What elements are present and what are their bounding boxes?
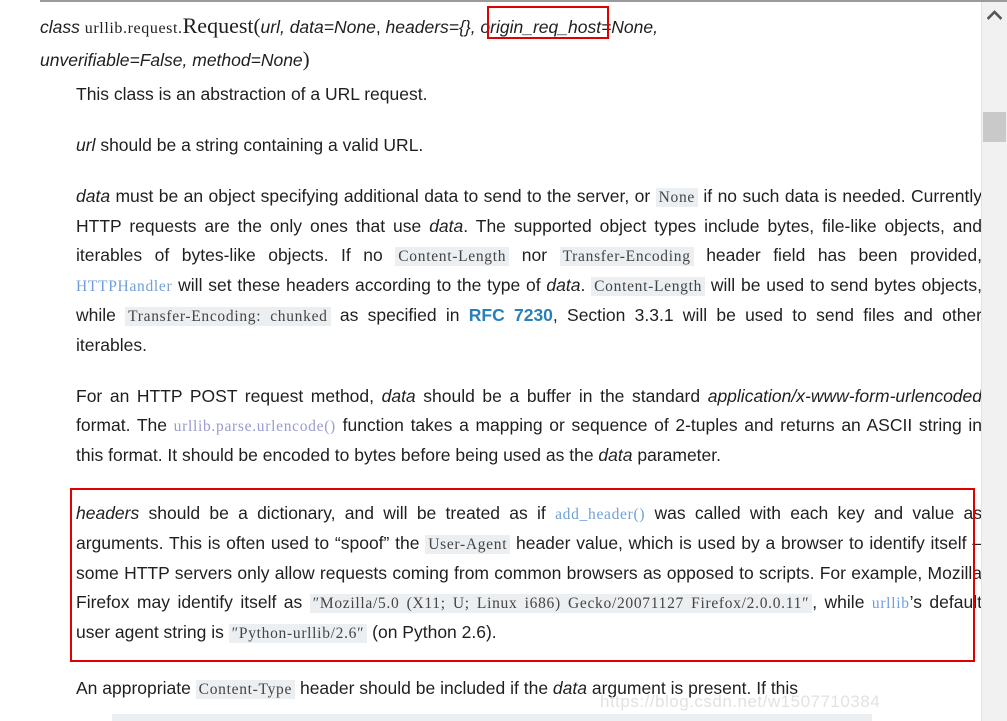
class-body: This class is an abstraction of a URL re…: [76, 80, 982, 704]
link-urllib[interactable]: urllib: [872, 595, 910, 612]
code-content-length: Content-Length: [395, 247, 510, 266]
signature-open-paren: (: [253, 14, 261, 38]
signature-headers-arg: headers={}: [385, 17, 471, 37]
scroll-up-button[interactable]: [982, 2, 1007, 28]
signature-class-name: Request: [182, 13, 254, 38]
data-text-7: .: [580, 275, 592, 295]
code-python-user-agent: ″Python-urllib/2.6″: [228, 624, 368, 643]
link-add-header[interactable]: add_header(): [555, 506, 645, 523]
left-margin: [0, 0, 40, 721]
data-text-6: will set these headers according to the …: [172, 275, 547, 295]
param-data-ct: data: [552, 678, 587, 698]
param-data: data: [76, 186, 111, 206]
next-code-block-preview: [112, 714, 872, 721]
ct-text-1: An appropriate: [76, 678, 196, 698]
signature-close-paren: ): [302, 47, 310, 71]
data-text-1: must be an object specifying additional …: [110, 186, 656, 206]
signature-module-path: urllib.request.: [84, 20, 183, 37]
link-httphandler[interactable]: HTTPHandler: [76, 278, 172, 295]
param-url: url: [76, 135, 96, 155]
code-user-agent: User-Agent: [425, 535, 511, 554]
param-data-3: data: [546, 275, 581, 295]
paragraph-intro: This class is an abstraction of a URL re…: [76, 84, 428, 104]
paragraph-url: url should be a string containing a vali…: [76, 131, 982, 160]
param-data-post-2: data: [598, 445, 633, 465]
paragraph-headers: headers should be a dictionary, and will…: [76, 499, 982, 648]
code-transfer-encoding-chunked: Transfer-Encoding: chunked: [125, 307, 331, 326]
code-mozilla-user-agent: ″Mozilla/5.0 (X11; U; Linux i686) Gecko/…: [309, 594, 813, 613]
paragraph-post: For an HTTP POST request method, data sh…: [76, 382, 982, 470]
param-headers: headers: [76, 503, 140, 523]
headers-text-1: should be a dictionary, and will be trea…: [139, 503, 556, 523]
post-text-1: For an HTTP POST request method,: [76, 386, 382, 406]
class-signature: class urllib.request.Request(url, data=N…: [40, 10, 982, 76]
post-text-2: should be a buffer in the standard: [415, 386, 708, 406]
code-transfer-encoding: Transfer-Encoding: [559, 247, 694, 266]
ct-text-3: argument is present. If this: [586, 678, 799, 698]
signature-comma: ,: [375, 17, 386, 37]
em-urlencoded-format: application/x-www-form-urlencoded: [707, 386, 982, 406]
code-none: None: [655, 188, 699, 207]
link-rfc-7230[interactable]: RFC 7230: [469, 305, 553, 325]
post-text-5: parameter.: [632, 445, 722, 465]
document-page: class urllib.request.Request(url, data=N…: [0, 0, 1007, 721]
param-data-2: data: [429, 216, 464, 236]
code-content-type: Content-Type: [195, 680, 296, 699]
headers-text-6: (on Python 2.6).: [367, 622, 497, 642]
code-content-length-2: Content-Length: [591, 277, 706, 296]
chevron-up-icon: [987, 10, 1002, 20]
paragraph-url-text: should be a string containing a valid UR…: [95, 135, 424, 155]
headers-text-4: , while: [812, 592, 872, 612]
paragraph-content-type: An appropriate Content-Type header shoul…: [76, 674, 982, 704]
vertical-scrollbar[interactable]: [981, 2, 1007, 721]
signature-args-before: url, data=None: [260, 17, 376, 37]
param-data-post: data: [381, 386, 416, 406]
post-text-3: format. The: [76, 415, 174, 435]
signature-args-after: , origin_req_host=None,: [470, 17, 658, 37]
paragraph-data: data must be an object specifying additi…: [76, 182, 982, 360]
ct-text-2: header should be included if the: [295, 678, 553, 698]
data-text-4: nor: [509, 245, 560, 265]
scrollbar-thumb[interactable]: [983, 112, 1006, 142]
document-content: class urllib.request.Request(url, data=N…: [40, 2, 982, 721]
data-text-9: as specified in: [330, 305, 469, 325]
link-urlencode[interactable]: urllib.parse.urlencode(): [174, 418, 336, 435]
signature-line2: unverifiable=False, method=None: [40, 50, 303, 70]
data-text-5: header field has been provided,: [693, 245, 982, 265]
signature-keyword: class: [40, 17, 80, 37]
